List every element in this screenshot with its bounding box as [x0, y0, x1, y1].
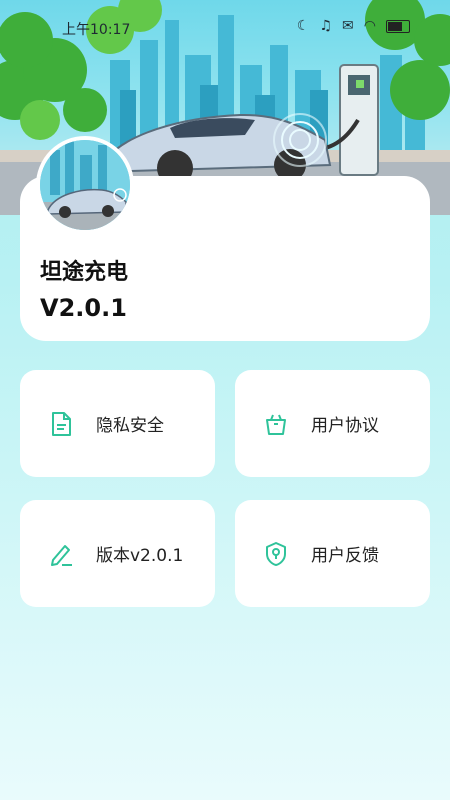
- status-icons: ☾ ♫ ✉ ◠: [297, 18, 410, 34]
- privacy-security-label: 隐私安全: [96, 416, 164, 436]
- version-label: 版本v2.0.1: [96, 546, 184, 566]
- app-avatar: [36, 136, 134, 234]
- status-time: 上午10:17: [62, 22, 131, 38]
- pen-icon: [48, 541, 74, 567]
- version-button[interactable]: 版本v2.0.1: [20, 500, 215, 607]
- document-icon: [48, 411, 74, 437]
- app-name: 坦途充电: [40, 260, 129, 285]
- basket-icon: [263, 411, 289, 437]
- mail-icon: ✉: [342, 18, 354, 34]
- moon-icon: ☾: [296, 18, 310, 34]
- user-agreement-button[interactable]: 用户协议: [235, 370, 430, 477]
- app-version: V2.0.1: [40, 294, 127, 322]
- wifi-icon: ◠: [363, 18, 376, 34]
- privacy-security-button[interactable]: 隐私安全: [20, 370, 215, 477]
- shield-location-icon: [263, 541, 289, 567]
- mute-icon: ♫: [319, 18, 333, 34]
- user-agreement-label: 用户协议: [311, 416, 379, 436]
- user-feedback-button[interactable]: 用户反馈: [235, 500, 430, 607]
- battery-icon: [386, 20, 410, 33]
- user-feedback-label: 用户反馈: [311, 546, 379, 566]
- status-bar: 上午10:17 ☾ ♫ ✉ ◠: [0, 0, 450, 40]
